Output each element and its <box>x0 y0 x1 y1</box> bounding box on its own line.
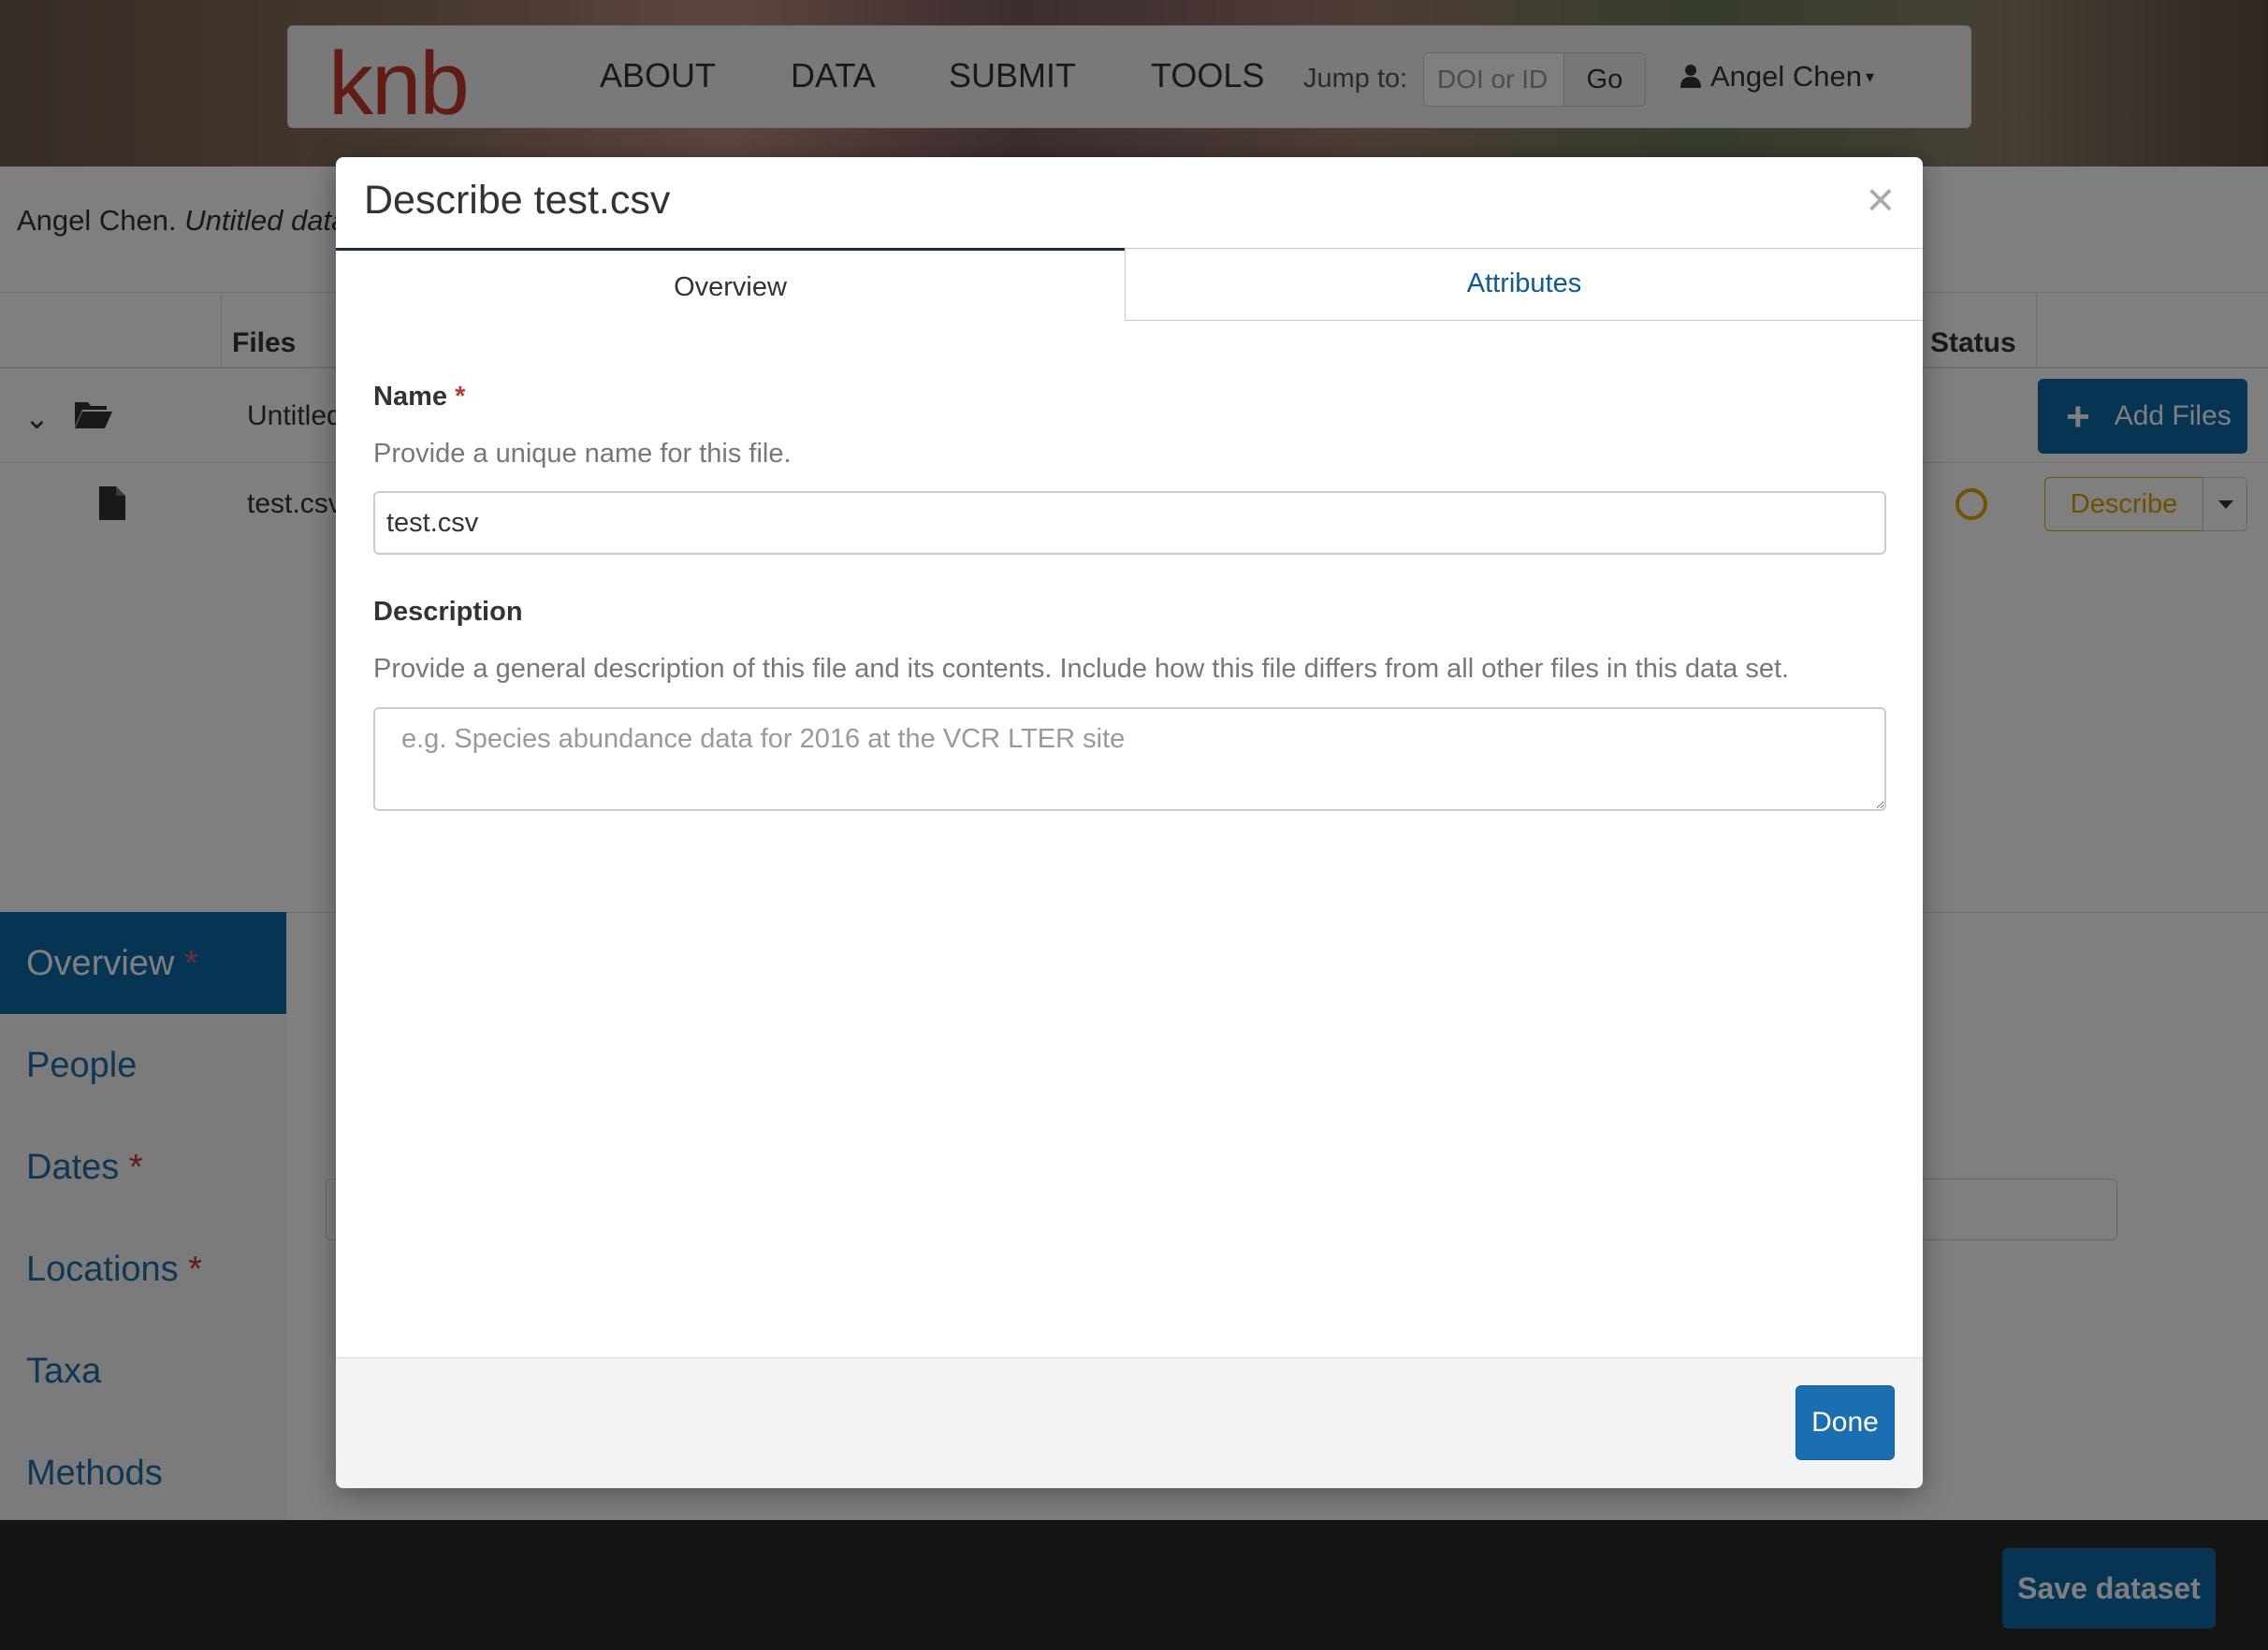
modal-title: Describe test.csv <box>364 178 671 223</box>
required-mark: * <box>455 382 466 412</box>
describe-file-modal: Describe test.csv × Overview Attributes … <box>336 157 1923 1488</box>
modal-footer <box>336 1357 1923 1488</box>
name-label-text: Name <box>373 382 447 412</box>
tab-attributes[interactable]: Attributes <box>1125 248 1923 321</box>
name-input[interactable] <box>373 491 1886 555</box>
close-icon[interactable]: × <box>1867 176 1895 224</box>
done-button[interactable]: Done <box>1796 1385 1895 1460</box>
name-help-text: Provide a unique name for this file. <box>373 439 792 469</box>
description-label: Description <box>373 597 523 627</box>
description-help-text: Provide a general description of this fi… <box>373 654 1790 684</box>
description-textarea[interactable] <box>373 707 1886 811</box>
tab-overview[interactable]: Overview <box>336 248 1125 324</box>
name-label: Name * <box>373 382 465 412</box>
